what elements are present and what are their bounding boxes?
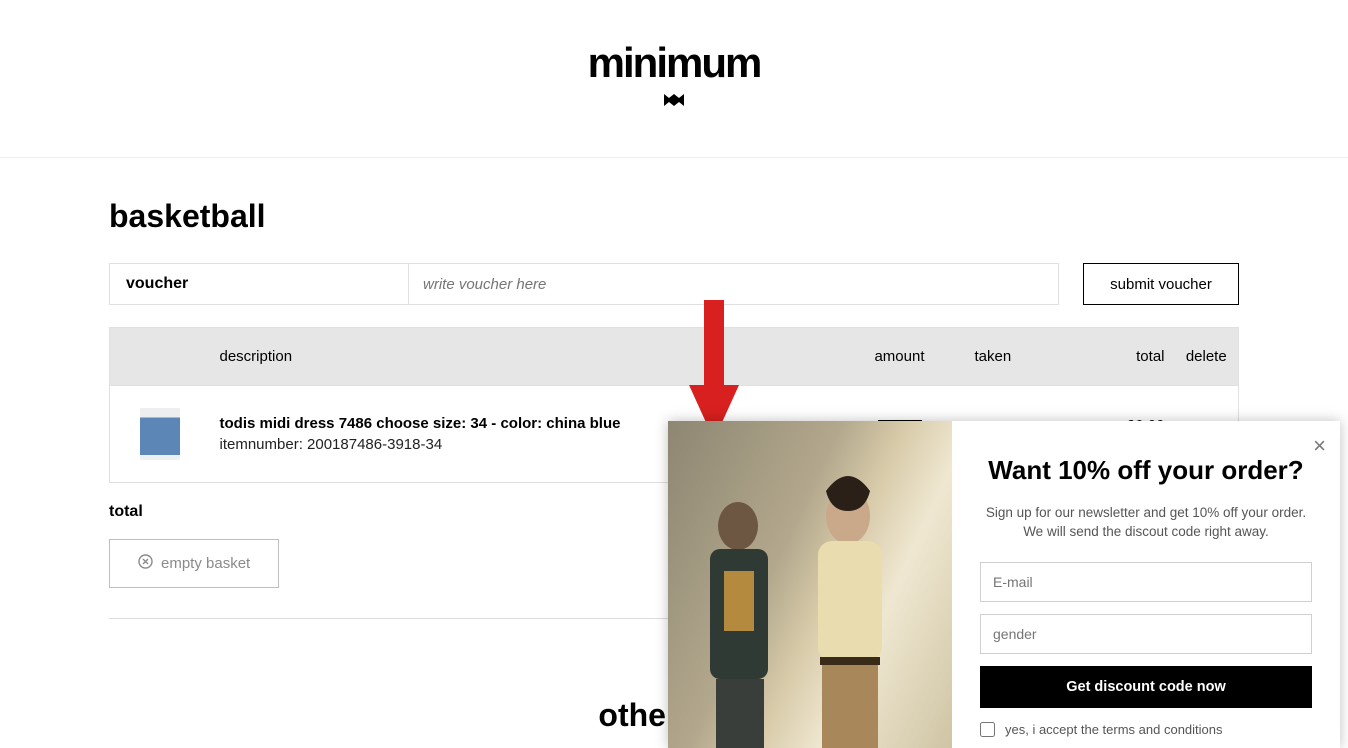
col-description: description	[210, 328, 835, 386]
col-delete: delete	[1175, 328, 1239, 386]
terms-checkbox-row[interactable]: yes, i accept the terms and conditions	[980, 722, 1312, 737]
empty-basket-button[interactable]: empty basket	[109, 539, 279, 588]
terms-checkbox[interactable]	[980, 722, 995, 737]
voucher-label: voucher	[109, 263, 409, 305]
get-discount-button[interactable]: Get discount code now	[980, 666, 1312, 708]
terms-label: yes, i accept the terms and conditions	[1005, 722, 1223, 737]
product-thumbnail[interactable]	[140, 408, 180, 460]
page-title: basketball	[109, 198, 1239, 235]
close-icon[interactable]: ×	[1313, 433, 1326, 459]
col-taken: taken	[965, 328, 1095, 386]
popup-title: Want 10% off your order?	[980, 455, 1312, 486]
popup-subtitle: Sign up for our newsletter and get 10% o…	[980, 504, 1312, 542]
gender-field[interactable]	[980, 614, 1312, 654]
close-circle-icon	[138, 554, 153, 573]
brand-logo-icon	[662, 92, 686, 115]
popup-image	[668, 421, 952, 748]
newsletter-popup: × Want 10% off your order? Sign up for o…	[668, 421, 1340, 748]
empty-basket-label: empty basket	[161, 555, 250, 572]
voucher-input[interactable]	[409, 263, 1059, 305]
col-amount: amount	[835, 328, 965, 386]
voucher-row: voucher submit voucher	[109, 263, 1239, 305]
email-field[interactable]	[980, 562, 1312, 602]
submit-voucher-button[interactable]: submit voucher	[1083, 263, 1239, 305]
site-header: minimum	[0, 0, 1348, 158]
brand-logo-text[interactable]: minimum	[588, 42, 761, 84]
col-total: total	[1095, 328, 1175, 386]
